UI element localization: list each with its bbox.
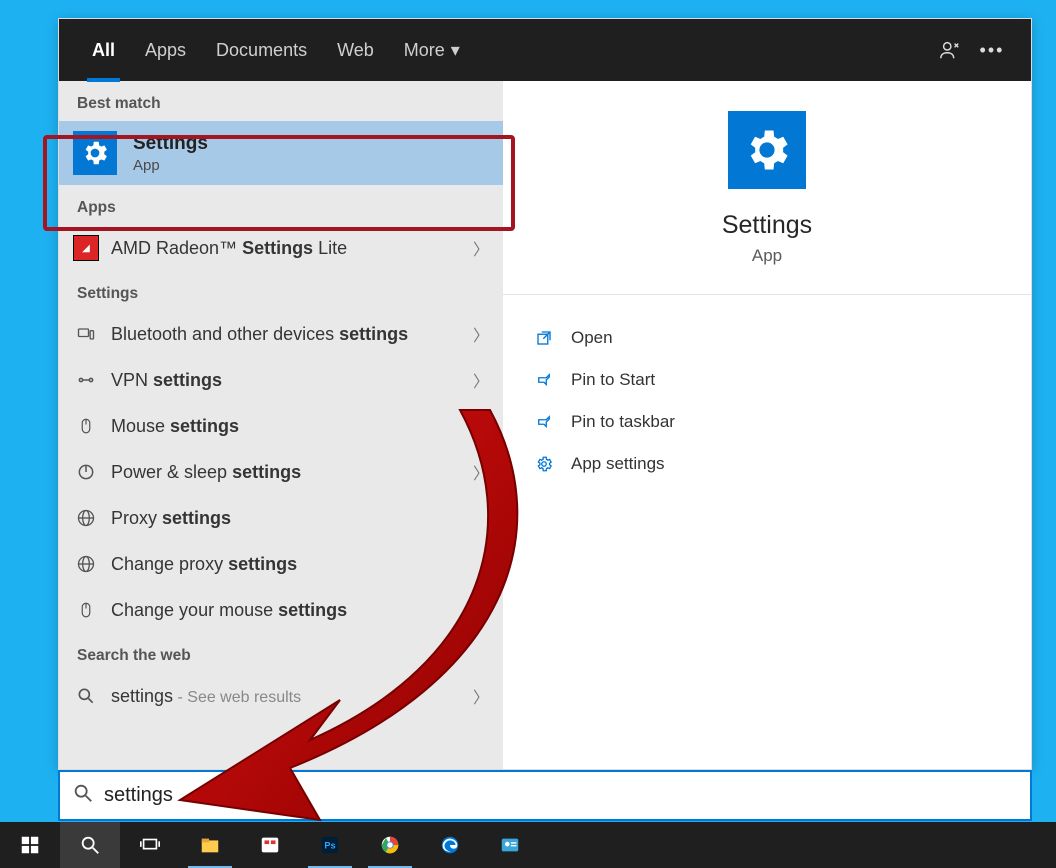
result-power-sleep-settings[interactable]: Power & sleep settings 〉 — [59, 449, 503, 495]
chevron-right-icon: 〉 — [473, 414, 489, 438]
search-input-bar[interactable] — [58, 770, 1032, 821]
chevron-down-icon: ▾ — [451, 40, 460, 61]
best-match-title: Settings — [133, 133, 208, 155]
devices-icon — [73, 321, 99, 347]
tab-web-label: Web — [337, 40, 374, 61]
section-best-match: Best match — [59, 81, 503, 121]
search-icon — [73, 683, 99, 709]
gear-icon — [728, 111, 806, 189]
action-pin-start[interactable]: Pin to Start — [533, 359, 1001, 401]
result-bluetooth-devices-settings[interactable]: Bluetooth and other devices settings 〉 — [59, 311, 503, 357]
tab-documents[interactable]: Documents — [201, 19, 322, 81]
result-label: Proxy settings — [111, 508, 489, 529]
preview-title: Settings — [722, 211, 812, 240]
result-change-mouse-settings[interactable]: Change your mouse settings — [59, 587, 503, 633]
result-label: settings - See web results — [111, 686, 473, 707]
preview-subtitle: App — [752, 246, 782, 266]
result-label: VPN settings — [111, 370, 473, 391]
result-amd-radeon-settings-lite[interactable]: ◢ AMD Radeon™ Settings Lite 〉 — [59, 225, 503, 271]
edge-button[interactable] — [420, 822, 480, 868]
results-left-column: Best match Settings App Apps ◢ AMD Radeo… — [59, 81, 503, 769]
best-match-result[interactable]: Settings App — [59, 121, 503, 185]
taskbar-app-2[interactable] — [480, 822, 540, 868]
mouse-icon — [73, 413, 99, 439]
globe-icon — [73, 505, 99, 531]
chevron-right-icon: 〉 — [473, 460, 489, 484]
search-icon — [72, 782, 94, 809]
result-label: Power & sleep settings — [111, 462, 473, 483]
pin-icon — [533, 411, 555, 433]
result-web-settings[interactable]: settings - See web results 〉 — [59, 673, 503, 719]
action-open[interactable]: Open — [533, 317, 1001, 359]
globe-icon — [73, 551, 99, 577]
result-label: Change proxy settings — [111, 554, 489, 575]
chevron-right-icon: 〉 — [473, 236, 489, 260]
tab-web[interactable]: Web — [322, 19, 389, 81]
action-label: Pin to Start — [571, 370, 655, 390]
preview-pane: Settings App Open Pin to Start Pin to ta… — [503, 81, 1031, 769]
result-proxy-settings[interactable]: Proxy settings — [59, 495, 503, 541]
action-label: App settings — [571, 454, 665, 474]
task-view-button[interactable] — [120, 822, 180, 868]
result-label: Change your mouse settings — [111, 600, 489, 621]
result-label: Mouse settings — [111, 416, 473, 437]
action-label: Pin to taskbar — [571, 412, 675, 432]
file-explorer-button[interactable] — [180, 822, 240, 868]
result-vpn-settings[interactable]: VPN settings 〉 — [59, 357, 503, 403]
chrome-button[interactable] — [360, 822, 420, 868]
taskbar: Ps — [0, 822, 1056, 868]
chevron-right-icon: 〉 — [473, 684, 489, 708]
section-settings: Settings — [59, 271, 503, 311]
result-label: Bluetooth and other devices settings — [111, 324, 473, 345]
tab-more[interactable]: More ▾ — [389, 19, 475, 81]
action-label: Open — [571, 328, 613, 348]
pin-icon — [533, 369, 555, 391]
search-tab-bar: All Apps Documents Web More ▾ ••• — [59, 19, 1031, 81]
result-label: AMD Radeon™ Settings Lite — [111, 238, 473, 259]
taskbar-app-1[interactable] — [240, 822, 300, 868]
more-options-icon[interactable]: ••• — [971, 19, 1013, 81]
gear-icon — [73, 131, 117, 175]
search-input[interactable] — [104, 784, 1018, 807]
result-change-proxy-settings[interactable]: Change proxy settings — [59, 541, 503, 587]
power-icon — [73, 459, 99, 485]
search-results-panel: All Apps Documents Web More ▾ ••• Best m… — [58, 18, 1032, 770]
action-pin-taskbar[interactable]: Pin to taskbar — [533, 401, 1001, 443]
action-app-settings[interactable]: App settings — [533, 443, 1001, 485]
feedback-icon[interactable] — [929, 19, 971, 81]
vpn-icon — [73, 367, 99, 393]
best-match-subtitle: App — [133, 157, 208, 174]
photoshop-button[interactable]: Ps — [300, 822, 360, 868]
chevron-right-icon: 〉 — [473, 368, 489, 392]
section-search-web: Search the web — [59, 633, 503, 673]
tab-apps-label: Apps — [145, 40, 186, 61]
tab-all[interactable]: All — [77, 19, 130, 81]
tab-more-label: More — [404, 40, 445, 61]
section-apps: Apps — [59, 185, 503, 225]
result-mouse-settings[interactable]: Mouse settings 〉 — [59, 403, 503, 449]
tab-apps[interactable]: Apps — [130, 19, 201, 81]
chevron-right-icon: 〉 — [473, 322, 489, 346]
gear-icon — [533, 453, 555, 475]
amd-icon: ◢ — [73, 235, 99, 261]
taskbar-search-button[interactable] — [60, 822, 120, 868]
tab-all-label: All — [92, 40, 115, 61]
svg-text:Ps: Ps — [324, 841, 335, 851]
mouse-icon — [73, 597, 99, 623]
start-button[interactable] — [0, 822, 60, 868]
open-icon — [533, 327, 555, 349]
tab-documents-label: Documents — [216, 40, 307, 61]
